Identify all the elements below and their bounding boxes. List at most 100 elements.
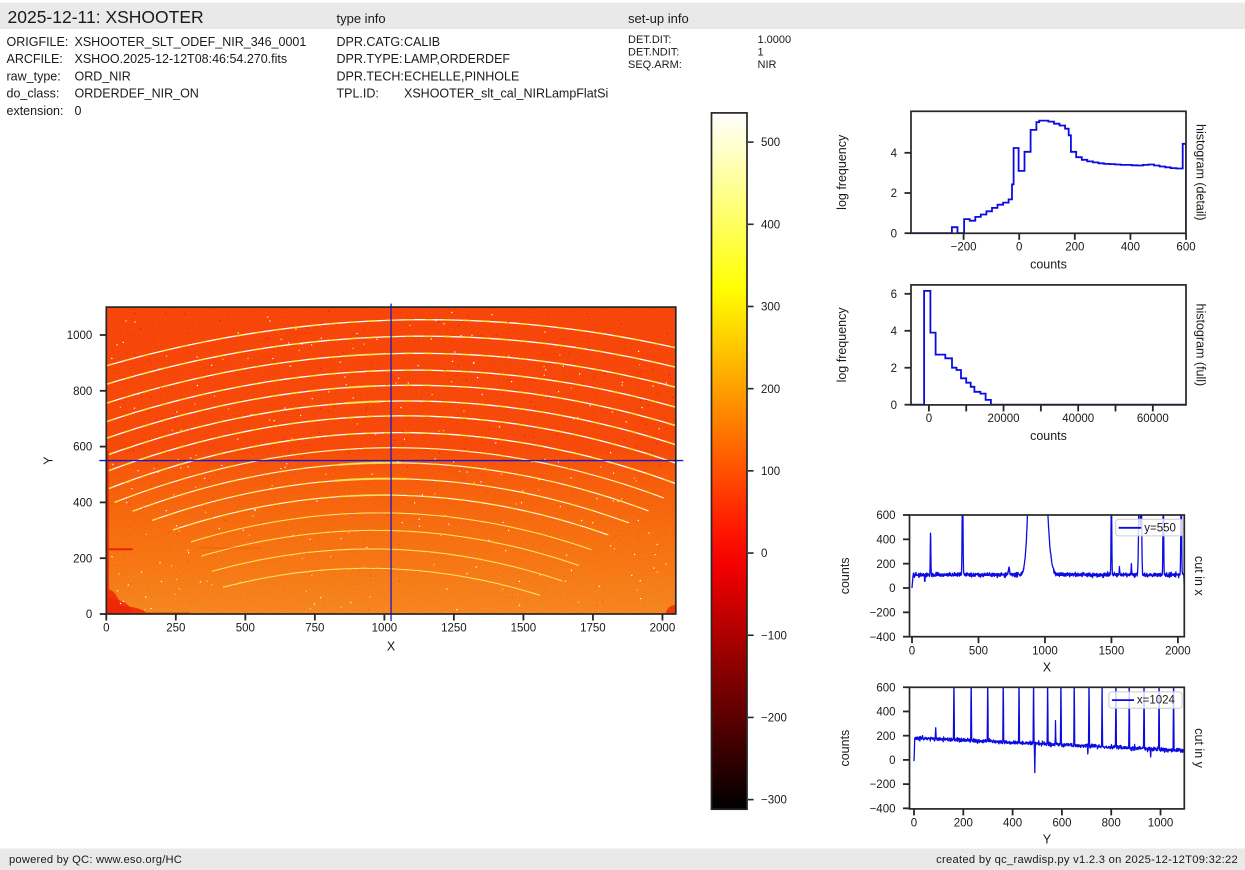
svg-text:200: 200 [876, 559, 895, 571]
svg-text:histogram (full): histogram (full) [1194, 304, 1208, 387]
svg-text:0: 0 [761, 548, 767, 560]
svg-text:TPL.ID:: TPL.ID: [337, 87, 379, 101]
svg-text:0: 0 [911, 818, 917, 830]
svg-text:400: 400 [73, 498, 92, 510]
svg-text:0: 0 [909, 646, 915, 658]
svg-text:400: 400 [876, 534, 895, 546]
svg-text:LAMP,ORDERDEF: LAMP,ORDERDEF [404, 52, 510, 66]
svg-text:−200: −200 [951, 242, 977, 254]
svg-text:created by qc_rawdisp.py v1.2.: created by qc_rawdisp.py v1.2.3 on 2025-… [936, 854, 1238, 866]
svg-text:2025-12-11: XSHOOTER: 2025-12-11: XSHOOTER [8, 7, 204, 27]
svg-text:counts: counts [1030, 429, 1067, 443]
svg-text:1.0000: 1.0000 [758, 34, 792, 46]
svg-text:x=1024: x=1024 [1137, 695, 1176, 707]
svg-text:raw_type:: raw_type: [7, 69, 61, 83]
svg-text:ORD_NIR: ORD_NIR [75, 69, 131, 83]
svg-text:0: 0 [75, 104, 82, 118]
svg-text:CALIB: CALIB [404, 35, 440, 49]
svg-text:200: 200 [761, 384, 780, 396]
svg-text:1250: 1250 [441, 623, 467, 635]
svg-text:2000: 2000 [1165, 646, 1191, 658]
svg-text:600: 600 [1052, 818, 1071, 830]
svg-text:DPR.TYPE:: DPR.TYPE: [337, 52, 403, 66]
svg-text:750: 750 [305, 623, 324, 635]
svg-text:set-up info: set-up info [628, 11, 689, 26]
svg-text:counts: counts [1030, 258, 1067, 272]
svg-text:250: 250 [166, 623, 185, 635]
svg-text:do_class:: do_class: [7, 87, 60, 101]
svg-text:600: 600 [73, 442, 92, 454]
svg-text:0: 0 [926, 413, 932, 425]
svg-text:2: 2 [891, 363, 897, 375]
svg-text:40000: 40000 [1062, 413, 1094, 425]
svg-text:1500: 1500 [1099, 646, 1125, 658]
svg-text:600: 600 [1176, 242, 1195, 254]
svg-text:500: 500 [969, 646, 988, 658]
svg-text:powered by QC: www.eso.org/HC: powered by QC: www.eso.org/HC [9, 854, 182, 866]
svg-text:4: 4 [891, 148, 898, 160]
svg-text:−400: −400 [870, 803, 896, 815]
svg-text:0: 0 [891, 400, 897, 412]
svg-text:60000: 60000 [1137, 413, 1169, 425]
svg-text:ORIGFILE:: ORIGFILE: [7, 35, 69, 49]
svg-text:200: 200 [73, 553, 92, 565]
svg-text:4: 4 [891, 326, 898, 338]
svg-text:histogram (detail): histogram (detail) [1194, 124, 1208, 221]
svg-text:−200: −200 [870, 779, 896, 791]
svg-text:SEQ.ARM:: SEQ.ARM: [628, 59, 682, 71]
svg-text:400: 400 [876, 707, 895, 719]
svg-text:500: 500 [236, 623, 255, 635]
svg-text:400: 400 [1003, 818, 1022, 830]
svg-text:log frequency: log frequency [835, 134, 849, 210]
svg-text:800: 800 [1102, 818, 1121, 830]
svg-text:2: 2 [891, 188, 897, 200]
svg-text:200: 200 [1065, 242, 1084, 254]
svg-text:counts: counts [838, 730, 852, 767]
svg-text:400: 400 [761, 219, 780, 231]
svg-text:1000: 1000 [1148, 818, 1174, 830]
svg-text:cut in x: cut in x [1192, 556, 1206, 596]
svg-text:0: 0 [1016, 242, 1022, 254]
svg-text:200: 200 [954, 818, 973, 830]
svg-text:6: 6 [891, 289, 897, 301]
svg-text:ECHELLE,PINHOLE: ECHELLE,PINHOLE [404, 69, 519, 83]
svg-text:200: 200 [876, 731, 895, 743]
svg-text:counts: counts [838, 557, 852, 594]
svg-text:1000: 1000 [67, 330, 93, 342]
svg-text:ARCFILE:: ARCFILE: [7, 52, 63, 66]
svg-text:−200: −200 [761, 713, 787, 725]
svg-text:1750: 1750 [580, 623, 606, 635]
svg-text:cut in y: cut in y [1192, 728, 1206, 768]
svg-text:DPR.TECH:: DPR.TECH: [337, 69, 404, 83]
svg-text:1: 1 [758, 47, 764, 59]
svg-text:−200: −200 [870, 607, 896, 619]
svg-text:−100: −100 [761, 630, 787, 642]
svg-text:500: 500 [761, 137, 780, 149]
svg-text:20000: 20000 [988, 413, 1020, 425]
svg-text:1500: 1500 [511, 623, 537, 635]
svg-text:1000: 1000 [1032, 646, 1058, 658]
svg-text:0: 0 [86, 609, 92, 621]
svg-text:300: 300 [761, 302, 780, 314]
svg-text:XSHOOTER_SLT_ODEF_NIR_346_0001: XSHOOTER_SLT_ODEF_NIR_346_0001 [75, 35, 307, 49]
svg-text:DPR.CATG:: DPR.CATG: [337, 35, 404, 49]
svg-text:DET.DIT:: DET.DIT: [628, 34, 671, 46]
svg-text:XSHOOTER_slt_cal_NIRLampFlatSi: XSHOOTER_slt_cal_NIRLampFlatSi [404, 87, 608, 101]
svg-text:0: 0 [103, 623, 109, 635]
svg-text:Y: Y [42, 456, 56, 465]
svg-text:0: 0 [889, 755, 895, 767]
svg-text:XSHOO.2025-12-12T08:46:54.270.: XSHOO.2025-12-12T08:46:54.270.fits [75, 52, 288, 66]
svg-text:400: 400 [1121, 242, 1140, 254]
svg-text:600: 600 [876, 510, 895, 522]
svg-text:100: 100 [761, 466, 780, 478]
svg-text:1000: 1000 [372, 623, 398, 635]
svg-text:0: 0 [889, 583, 895, 595]
svg-text:−400: −400 [870, 632, 896, 644]
svg-text:Y: Y [1043, 833, 1052, 847]
svg-text:log frequency: log frequency [835, 307, 849, 383]
svg-text:type info: type info [337, 11, 386, 26]
svg-text:extension:: extension: [7, 104, 64, 118]
svg-text:0: 0 [891, 228, 897, 240]
svg-text:800: 800 [73, 386, 92, 398]
svg-text:y=550: y=550 [1144, 523, 1176, 535]
